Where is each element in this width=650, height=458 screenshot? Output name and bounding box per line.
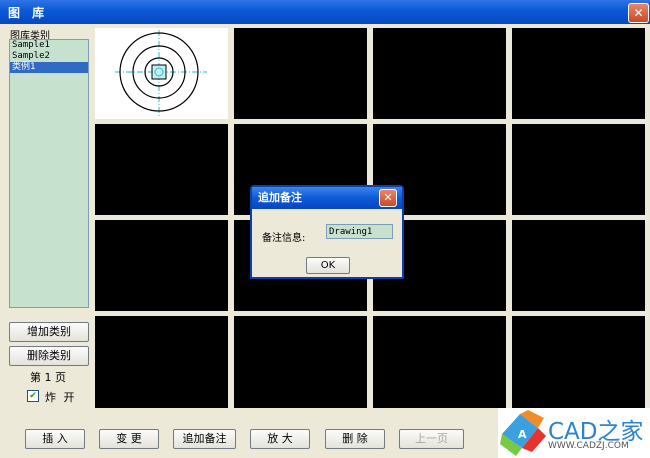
insert-button[interactable]: 插 入: [25, 429, 85, 449]
category-item-sample1[interactable]: Sample1: [10, 40, 88, 51]
thumbnail-cell[interactable]: [95, 220, 228, 311]
category-list[interactable]: Sample1 Sample2 类例1: [9, 39, 89, 308]
thumbnail-cell-selected[interactable]: [95, 28, 228, 119]
thumbnail-cell[interactable]: [95, 124, 228, 215]
window-title: 图 库: [8, 6, 49, 20]
thumbnail-cell[interactable]: [512, 28, 645, 119]
add-category-button[interactable]: 增加类别: [9, 322, 89, 342]
title-bar: 图 库 ✕: [0, 0, 650, 24]
watermark-url: WWW.CADZJ.COM: [548, 441, 629, 451]
drawing-preview: [115, 30, 207, 116]
dialog-title: 追加备注: [258, 191, 302, 204]
thumbnail-cell[interactable]: [512, 220, 645, 311]
zoom-button[interactable]: 放 大: [250, 429, 310, 449]
thumbnail-cell[interactable]: [512, 316, 645, 408]
thumbnail-cell[interactable]: [373, 28, 506, 119]
note-input[interactable]: Drawing1: [326, 224, 393, 239]
category-item-sample2[interactable]: Sample2: [10, 51, 88, 62]
ok-button[interactable]: OK: [306, 257, 350, 274]
close-icon: ✕: [633, 6, 644, 20]
prev-page-button[interactable]: 上一页: [399, 429, 464, 449]
thumbnail-cell[interactable]: [512, 124, 645, 215]
watermark-logo: A CAD之家 WWW.CADZJ.COM: [498, 408, 650, 458]
dialog-close-button[interactable]: ✕: [379, 189, 397, 207]
close-button[interactable]: ✕: [628, 3, 649, 23]
close-icon: ✕: [383, 191, 393, 204]
change-button[interactable]: 变 更: [99, 429, 159, 449]
delete-category-button[interactable]: 删除类别: [9, 346, 89, 366]
note-label: 备注信息:: [262, 233, 306, 244]
thumbnail-cell[interactable]: [234, 316, 367, 408]
delete-button[interactable]: 删 除: [325, 429, 385, 449]
thumbnail-cell[interactable]: [373, 316, 506, 408]
explode-checkbox[interactable]: ✔: [27, 390, 39, 402]
svg-text:A: A: [518, 428, 527, 441]
checkmark-icon: ✔: [29, 391, 37, 401]
add-note-dialog: 追加备注 ✕ 备注信息: Drawing1 OK: [250, 185, 404, 279]
thumbnail-cell[interactable]: [95, 316, 228, 408]
add-note-button[interactable]: 追加备注: [173, 429, 236, 449]
category-item-selected[interactable]: 类例1: [10, 62, 88, 73]
explode-checkbox-label: 炸 开: [45, 391, 77, 404]
thumbnail-cell[interactable]: [234, 28, 367, 119]
page-indicator: 第 1 页: [30, 371, 66, 384]
cad-logo-icon: A: [500, 410, 546, 456]
